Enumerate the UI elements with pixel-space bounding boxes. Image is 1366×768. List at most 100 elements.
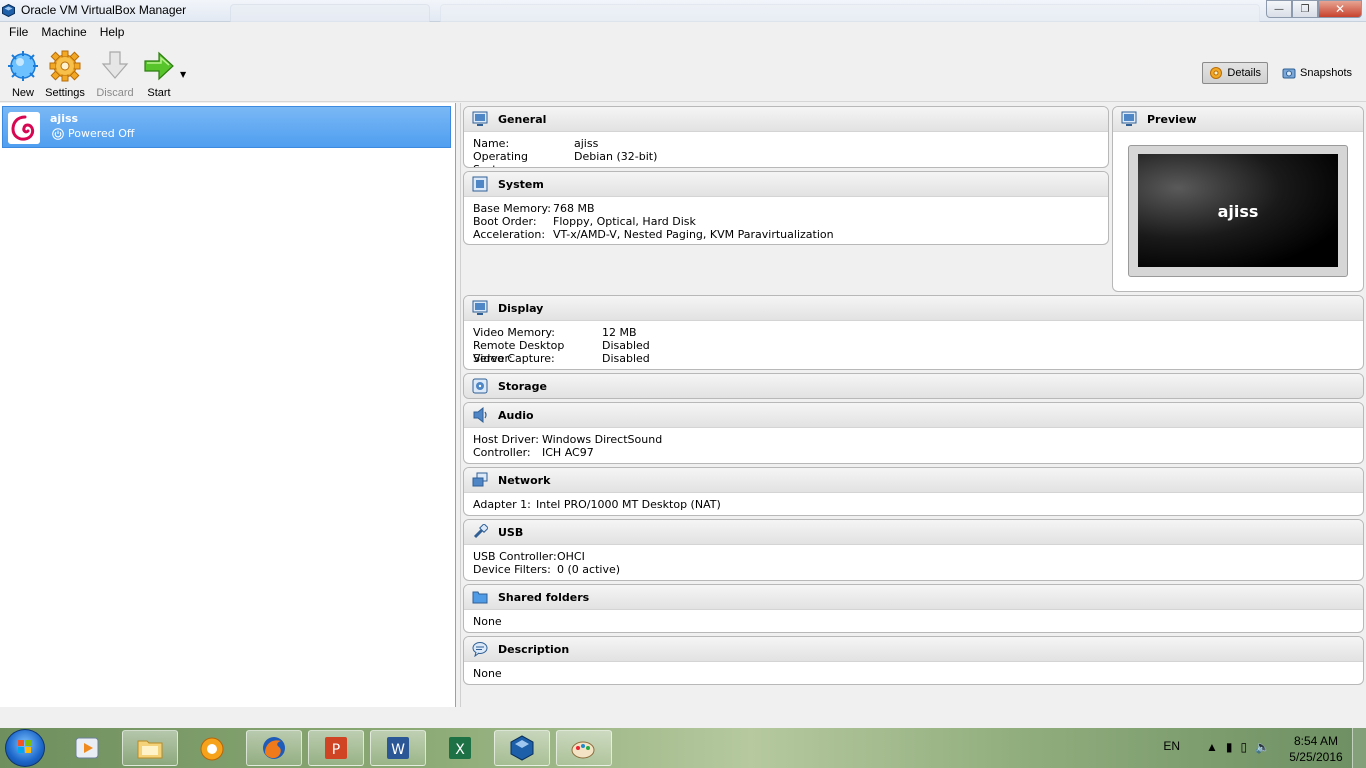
taskbar-browser[interactable] — [184, 730, 240, 766]
start-button-orb[interactable] — [5, 729, 45, 767]
vm-state-label: Powered Off — [68, 127, 135, 140]
taskbar-media-player[interactable] — [60, 730, 116, 766]
system-memory-value: 768 MB — [553, 202, 595, 215]
snapshots-label: Snapshots — [1300, 67, 1352, 79]
usb-controller-key: USB Controller: — [473, 550, 557, 563]
usb-filters-key: Device Filters: — [473, 563, 551, 576]
new-button[interactable]: New — [0, 50, 46, 99]
menu-machine[interactable]: Machine — [36, 25, 91, 39]
close-button[interactable]: ✕ — [1318, 0, 1362, 18]
windows-logo-icon — [18, 740, 31, 753]
storage-section: Storage — [463, 373, 1364, 399]
chip-icon — [472, 176, 488, 192]
start-dropdown-arrow-icon[interactable]: ▼ — [180, 70, 186, 79]
storage-header[interactable]: Storage — [464, 374, 1363, 398]
battery-icon[interactable]: ▯ — [1240, 740, 1247, 754]
taskbar-paint[interactable] — [556, 730, 612, 766]
display-vmem-key: Video Memory: — [473, 326, 555, 339]
background-window-ghost — [230, 4, 430, 22]
menu-help[interactable]: Help — [95, 25, 130, 39]
snapshots-button[interactable]: Snapshots — [1276, 62, 1358, 84]
general-header[interactable]: General — [464, 107, 1108, 132]
background-window-ghost — [440, 4, 1260, 22]
usb-title: USB — [498, 525, 524, 539]
menu-file[interactable]: File — [4, 25, 33, 39]
audio-host-key: Host Driver: — [473, 433, 539, 446]
settings-button[interactable]: Settings — [42, 50, 88, 99]
browser-icon — [200, 737, 224, 761]
minimize-button[interactable]: — — [1266, 0, 1292, 18]
shared-folders-header[interactable]: Shared folders — [464, 585, 1363, 610]
taskbar-excel[interactable]: X — [432, 730, 488, 766]
window-title: Oracle VM VirtualBox Manager — [21, 3, 187, 17]
audio-section: Audio Host Driver: Windows DirectSound Co… — [463, 402, 1364, 464]
description-value: None — [473, 667, 502, 680]
audio-header[interactable]: Audio — [464, 403, 1363, 428]
monitor-icon — [1121, 111, 1137, 126]
network-section: Network Adapter 1: Intel PRO/1000 MT Desk… — [463, 467, 1364, 516]
language-indicator[interactable]: EN — [1163, 739, 1180, 753]
maximize-button[interactable]: ❐ — [1292, 0, 1318, 18]
word-icon: W — [387, 737, 409, 759]
start-button[interactable]: Start — [136, 50, 182, 99]
taskbar-virtualbox[interactable] — [494, 730, 550, 766]
system-header[interactable]: System — [464, 172, 1108, 197]
preview-title: Preview — [1147, 112, 1197, 126]
details-button[interactable]: Details — [1202, 62, 1269, 84]
details-gear-icon — [1210, 67, 1223, 79]
preview-section: Preview ajiss — [1112, 106, 1364, 292]
audio-host-value: Windows DirectSound — [542, 433, 663, 446]
display-title: Display — [498, 301, 544, 315]
display-header[interactable]: Display — [464, 296, 1363, 321]
network-adapter-key: Adapter 1: — [473, 498, 531, 511]
system-accel-value: VT-x/AMD-V, Nested Paging, KVM Paravirtu… — [553, 228, 834, 241]
audio-title: Audio — [498, 408, 534, 422]
taskbar-file-explorer[interactable] — [122, 730, 178, 766]
discard-button[interactable]: Discard — [92, 50, 138, 99]
usb-header[interactable]: USB — [464, 520, 1363, 545]
vm-name: ajiss — [50, 112, 79, 125]
taskbar-word[interactable]: W — [370, 730, 426, 766]
display-rds-value: Disabled — [602, 339, 650, 352]
system-section: System Base Memory: 768 MB Boot Order: Flo… — [463, 171, 1109, 245]
discard-arrow-icon — [101, 51, 129, 79]
network-header[interactable]: Network — [464, 468, 1363, 493]
new-label: New — [11, 87, 34, 99]
show-hidden-icons-icon[interactable]: ▲ — [1206, 740, 1218, 754]
storage-disk-icon — [472, 378, 488, 394]
volume-icon[interactable]: 🔈 — [1255, 740, 1270, 754]
usb-section: USB USB Controller: OHCI Device Filters: 0… — [463, 519, 1364, 581]
preview-vm-name: ajiss — [1217, 202, 1259, 221]
general-section: General Name: ajiss Operating System: Debi… — [463, 106, 1109, 168]
display-vmem-value: 12 MB — [602, 326, 637, 339]
general-os-value: Debian (32-bit) — [574, 150, 658, 163]
network-signal-icon[interactable]: ▮ — [1226, 740, 1233, 754]
usb-icon — [473, 524, 488, 539]
details-pane: General Name: ajiss Operating System: Debi… — [461, 103, 1366, 707]
clock[interactable]: 8:54 AM 5/25/2016 — [1286, 733, 1346, 765]
preview-screen-display: ajiss — [1138, 154, 1338, 267]
powerpoint-icon: P — [325, 737, 347, 759]
network-title: Network — [498, 473, 551, 487]
menu-bar: File Machine Help — [0, 22, 1366, 42]
clock-date: 5/25/2016 — [1289, 750, 1343, 764]
vm-list: ajiss Powered Off — [0, 103, 456, 707]
network-icon — [472, 472, 488, 487]
clock-time: 8:54 AM — [1293, 734, 1339, 748]
display-icon — [472, 300, 488, 315]
svg-text:P: P — [332, 742, 340, 758]
show-desktop-button[interactable] — [1352, 728, 1366, 768]
start-arrow-icon — [144, 51, 174, 81]
folder-icon — [472, 591, 488, 604]
description-header[interactable]: Description — [464, 637, 1363, 662]
new-vm-icon — [8, 51, 38, 81]
preview-header[interactable]: Preview — [1113, 107, 1363, 132]
window-controls: — ❐ ✕ — [1266, 0, 1362, 18]
virtualbox-icon — [510, 735, 534, 761]
vm-list-item-ajiss[interactable]: ajiss Powered Off — [2, 106, 451, 148]
general-os-key: Operating System: — [473, 150, 528, 167]
taskbar-firefox[interactable] — [246, 730, 302, 766]
taskbar-powerpoint[interactable]: P — [308, 730, 364, 766]
window-titlebar: Oracle VM VirtualBox Manager — ❐ ✕ — [0, 0, 1366, 22]
network-adapter-value: Intel PRO/1000 MT Desktop (NAT) — [536, 498, 721, 511]
